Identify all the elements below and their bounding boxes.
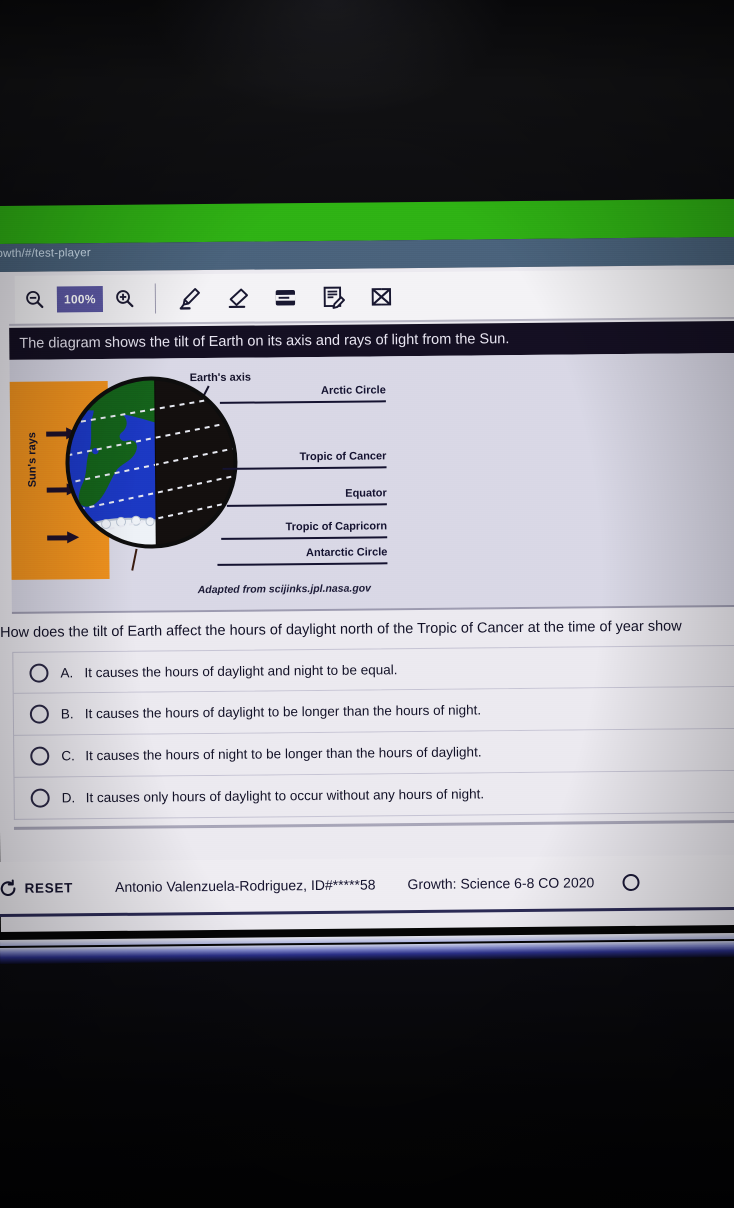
student-identity: Antonio Valenzuela-Rodriguez, ID#*****58: [114, 876, 376, 895]
choices-bottom-rule: [13, 819, 734, 830]
test-player-app: 100% The diagram shows the tilt of Earth…: [0, 264, 734, 933]
reset-button[interactable]: RESET: [0, 878, 73, 898]
answer-choice-c[interactable]: C. It causes the hours of night to be lo…: [13, 728, 734, 778]
earth-tilt-diagram: Earth's axis Sun's rays Arctic Circle Tr…: [9, 352, 734, 612]
leader-arctic-circle: [219, 400, 386, 404]
magnifier-minus-icon: [26, 290, 44, 309]
dark-room-above-monitor: [0, 0, 734, 208]
label-tropic-of-cancer: Tropic of Cancer: [299, 450, 387, 464]
notepad-pencil-icon: [323, 286, 345, 309]
leader-antarctic-circle: [217, 562, 388, 566]
leader-equator: [226, 503, 387, 507]
diagram-credit: Adapted from scijinks.jpl.nasa.gov: [197, 582, 372, 597]
dark-room-below-monitor: [0, 955, 734, 1208]
line-reader-icon: [275, 289, 295, 306]
label-arctic-circle: Arctic Circle: [320, 384, 386, 397]
stimulus-banner-text: The diagram shows the tilt of Earth on i…: [19, 331, 510, 352]
test-name: Growth: Science 6-8 CO 2020: [407, 874, 595, 893]
leader-tropic-of-capricorn: [221, 536, 388, 540]
eraser-icon: [228, 288, 248, 308]
test-toolbar: 100%: [14, 268, 734, 324]
url-text: owth/#/test-player: [0, 247, 91, 261]
refresh-circle-icon: [0, 878, 16, 896]
radio-button-c[interactable]: [30, 746, 50, 766]
highlighter-tool[interactable]: [166, 277, 212, 319]
radio-button-a[interactable]: [29, 663, 49, 683]
ambient-glow: [150, 0, 510, 120]
zoom-level-display[interactable]: 100%: [56, 286, 104, 313]
eraser-tool[interactable]: [214, 277, 260, 319]
label-equator: Equator: [345, 487, 387, 500]
choice-letter-d: D.: [61, 790, 76, 806]
zoom-in-button[interactable]: [105, 279, 145, 319]
choice-text-b: It causes the hours of daylight to be lo…: [84, 702, 482, 722]
answer-eliminator-tool[interactable]: [358, 275, 404, 317]
label-tropic-of-capricorn: Tropic of Capricorn: [285, 520, 388, 534]
footer-help-icon[interactable]: [622, 873, 640, 891]
crossed-out-icon: [371, 287, 391, 306]
line-reader-tool[interactable]: [262, 276, 308, 318]
zoom-out-button[interactable]: [15, 279, 55, 319]
south-pole-leader-line: [131, 548, 138, 571]
answer-choice-list: A. It causes the hours of daylight and n…: [12, 644, 734, 820]
sun-rays-label: Sun's rays: [26, 432, 39, 488]
label-antarctic-circle: Antarctic Circle: [305, 546, 388, 560]
earth-globe: [65, 376, 239, 550]
choice-text-a: It causes the hours of daylight and nigh…: [84, 661, 398, 680]
reset-label: RESET: [24, 879, 74, 896]
answer-choice-a[interactable]: A. It causes the hours of daylight and n…: [12, 644, 734, 694]
question-text: How does the tilt of Earth affect the ho…: [0, 618, 682, 642]
monitor-screen: owth/#/test-player 100% The diagram show…: [0, 198, 734, 950]
choice-text-d: It causes only hours of daylight to occu…: [85, 786, 485, 806]
photo-of-monitor: owth/#/test-player 100% The diagram show…: [0, 0, 734, 1208]
toolbar-divider: [154, 283, 157, 314]
choice-text-c: It causes the hours of night to be longe…: [85, 744, 482, 764]
radio-button-b[interactable]: [29, 704, 49, 724]
magnifier-plus-icon: [116, 290, 134, 308]
highlighter-icon: [179, 287, 200, 310]
answer-choice-b[interactable]: B. It causes the hours of daylight to be…: [12, 686, 734, 736]
test-footer: RESET Antonio Valenzuela-Rodriguez, ID#*…: [0, 854, 734, 915]
notepad-tool[interactable]: [310, 276, 356, 318]
question-stem: How does the tilt of Earth affect the ho…: [0, 611, 734, 648]
choice-letter-a: A.: [60, 664, 74, 680]
answer-choice-d[interactable]: D. It causes only hours of daylight to o…: [13, 770, 734, 820]
choice-letter-b: B.: [60, 706, 74, 722]
leader-tropic-of-cancer: [222, 466, 387, 470]
radio-button-d[interactable]: [30, 788, 50, 808]
choice-letter-c: C.: [61, 748, 75, 764]
earth-globe-svg: [65, 376, 238, 549]
